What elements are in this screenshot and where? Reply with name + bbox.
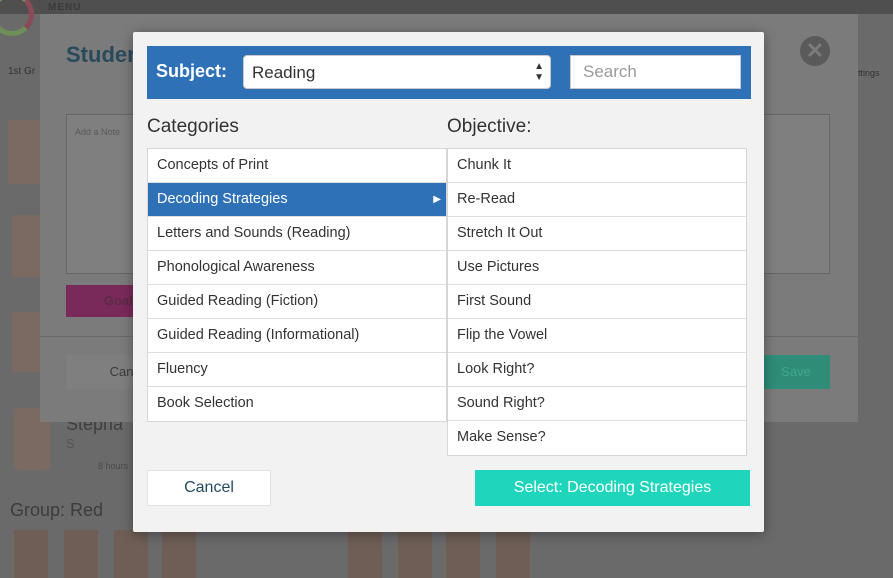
- objectives-list: Chunk It Re-Read Stretch It Out Use Pict…: [447, 148, 747, 456]
- category-item[interactable]: Guided Reading (Fiction): [148, 285, 446, 319]
- app-logo: [0, 0, 34, 36]
- group-member-photo: [114, 530, 148, 578]
- category-item[interactable]: Concepts of Print: [148, 149, 446, 183]
- objective-item[interactable]: Stretch It Out: [448, 217, 746, 251]
- category-label: Phonological Awareness: [157, 259, 315, 275]
- student-photo: [8, 120, 42, 184]
- category-item[interactable]: Letters and Sounds (Reading): [148, 217, 446, 251]
- student-initial: S: [66, 436, 75, 451]
- category-label: Fluency: [157, 361, 208, 377]
- categories-heading: Categories: [147, 116, 239, 137]
- group-member-photo: [398, 530, 432, 578]
- objective-item[interactable]: Make Sense?: [448, 421, 746, 455]
- student-modal-title: Studen: [66, 42, 141, 67]
- category-label: Guided Reading (Informational): [157, 327, 360, 343]
- objective-item[interactable]: Flip the Vowel: [448, 319, 746, 353]
- objective-heading: Objective:: [447, 116, 532, 137]
- category-item[interactable]: Phonological Awareness: [148, 251, 446, 285]
- category-item-selected[interactable]: Decoding Strategies ▶: [148, 183, 446, 217]
- objective-item[interactable]: Sound Right?: [448, 387, 746, 421]
- category-label: Concepts of Print: [157, 157, 269, 173]
- objective-picker-modal: Subject: Reading ▲▼ Categories Objective…: [133, 32, 764, 532]
- objective-item[interactable]: Use Pictures: [448, 251, 746, 285]
- select-arrows-icon: ▲ ▼: [534, 61, 544, 83]
- subject-label: Subject:: [156, 61, 228, 81]
- student-photo: [12, 312, 42, 372]
- search-input[interactable]: [570, 55, 741, 89]
- close-icon[interactable]: ✕: [800, 36, 830, 66]
- grade-nav: 1st Gr: [8, 66, 36, 77]
- subject-bar: Subject: Reading ▲ ▼: [147, 46, 751, 99]
- save-button[interactable]: Save: [762, 355, 830, 389]
- category-label: Book Selection: [157, 395, 254, 411]
- category-label: Letters and Sounds (Reading): [157, 225, 351, 241]
- student-photo: [12, 215, 42, 277]
- group-member-photo: [348, 530, 382, 578]
- note-placeholder: Add a Note: [75, 127, 121, 137]
- category-item[interactable]: Book Selection: [148, 387, 446, 421]
- subject-select-value: Reading: [252, 63, 316, 82]
- chevron-right-icon: ▶: [433, 194, 441, 205]
- group-member-photo: [64, 530, 98, 578]
- group-member-photo: [162, 530, 196, 578]
- settings-link: ttings: [858, 68, 880, 78]
- select-category-button[interactable]: Select: Decoding Strategies: [475, 470, 750, 506]
- category-item[interactable]: Guided Reading (Informational): [148, 319, 446, 353]
- group-member-photo: [496, 530, 530, 578]
- objective-item[interactable]: Chunk It: [448, 149, 746, 183]
- category-label: Guided Reading (Fiction): [157, 293, 319, 309]
- app-header: [0, 0, 893, 14]
- category-item[interactable]: Fluency: [148, 353, 446, 387]
- group-member-photo: [446, 530, 480, 578]
- category-label: Decoding Strategies: [157, 191, 288, 207]
- group-member-photo: [14, 530, 48, 578]
- objective-item[interactable]: Re-Read: [448, 183, 746, 217]
- subject-select[interactable]: Reading ▲ ▼: [243, 55, 551, 89]
- categories-list: Concepts of Print Decoding Strategies ▶ L…: [147, 148, 447, 422]
- student-time: 8 hours: [98, 461, 129, 471]
- objective-item[interactable]: First Sound: [448, 285, 746, 319]
- group-label: Group: Red: [10, 500, 104, 520]
- cancel-button[interactable]: Cancel: [147, 470, 271, 506]
- menu-label: MENU: [48, 2, 82, 13]
- objective-item[interactable]: Look Right?: [448, 353, 746, 387]
